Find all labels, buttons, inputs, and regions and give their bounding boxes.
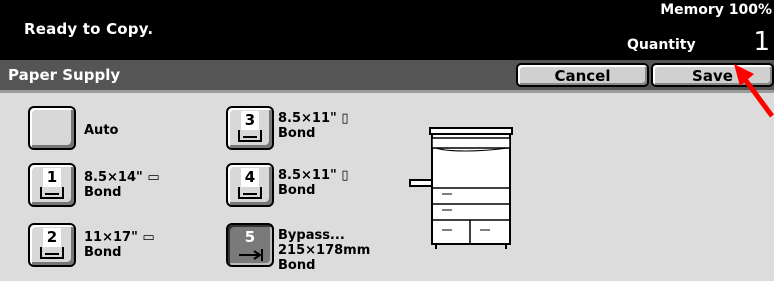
tray-auto-label: Auto: [84, 123, 118, 138]
copier-screen: Ready to Copy. Memory 100% Quantity 1 Pa…: [0, 0, 774, 281]
tray-5-bypass-button[interactable]: 5: [226, 223, 274, 267]
memory-indicator: Memory 100%: [660, 2, 772, 18]
tray-1-size: 8.5×14": [84, 170, 143, 185]
tray-1-label: 8.5×14" ▭ Bond: [84, 170, 160, 200]
tray-1-number: 1: [43, 168, 61, 187]
tray-icon: [40, 247, 64, 259]
status-bar: Ready to Copy. Memory 100% Quantity 1: [0, 0, 774, 60]
tray-icon: [238, 130, 262, 142]
tray-auto-button[interactable]: [28, 106, 76, 150]
tray-2-button[interactable]: 2: [28, 223, 76, 267]
page-title: Paper Supply: [8, 66, 121, 84]
tray-4-size: 8.5×11": [278, 168, 337, 183]
tray-3-label: 8.5×11" ▯ Bond: [278, 111, 348, 141]
paper-supply-header: Paper Supply Cancel Save: [0, 60, 774, 90]
tray-4-label: 8.5×11" ▯ Bond: [278, 168, 348, 198]
tray-4-type: Bond: [278, 183, 316, 198]
tray-3-button[interactable]: 3: [226, 106, 274, 150]
tray-4-button[interactable]: 4: [226, 163, 274, 207]
tray-2-type: Bond: [84, 245, 122, 260]
portrait-orientation-icon: ▯: [341, 111, 349, 126]
tray-3-number: 3: [241, 111, 259, 130]
tray-5-line3: Bond: [278, 258, 316, 273]
tray-3-type: Bond: [278, 126, 316, 141]
tray-2-label: 11×17" ▭ Bond: [84, 230, 155, 260]
tray-5-label: Bypass... 215×178mm Bond: [278, 228, 370, 273]
status-message: Ready to Copy.: [24, 20, 154, 38]
tray-2-size: 11×17": [84, 230, 138, 245]
tray-4-number: 4: [241, 168, 259, 187]
quantity-value[interactable]: 1: [753, 27, 770, 57]
portrait-orientation-icon: ▯: [341, 168, 349, 183]
tray-5-line1: Bypass...: [278, 228, 345, 243]
tray-selection-panel: Auto 1 8.5×14" ▭ Bond 2 11×17" ▭ Bond 3 …: [0, 90, 774, 281]
tray-1-button[interactable]: 1: [28, 163, 76, 207]
tray-5-line2: 215×178mm: [278, 243, 371, 258]
copier-machine-icon: [408, 126, 518, 255]
tray-icon: [238, 187, 262, 199]
tray-2-number: 2: [43, 228, 61, 247]
tray-icon: [40, 187, 64, 199]
quantity-label: Quantity: [627, 37, 696, 53]
landscape-orientation-icon: ▭: [147, 170, 160, 185]
tray-5-number: 5: [244, 228, 256, 246]
bypass-arrow-icon: [237, 246, 265, 261]
red-arrow-pointer-icon: [730, 62, 774, 122]
landscape-orientation-icon: ▭: [142, 230, 155, 245]
tray-1-type: Bond: [84, 185, 122, 200]
tray-auto-line1: Auto: [84, 123, 119, 138]
cancel-button[interactable]: Cancel: [516, 63, 649, 87]
tray-3-size: 8.5×11": [278, 111, 337, 126]
